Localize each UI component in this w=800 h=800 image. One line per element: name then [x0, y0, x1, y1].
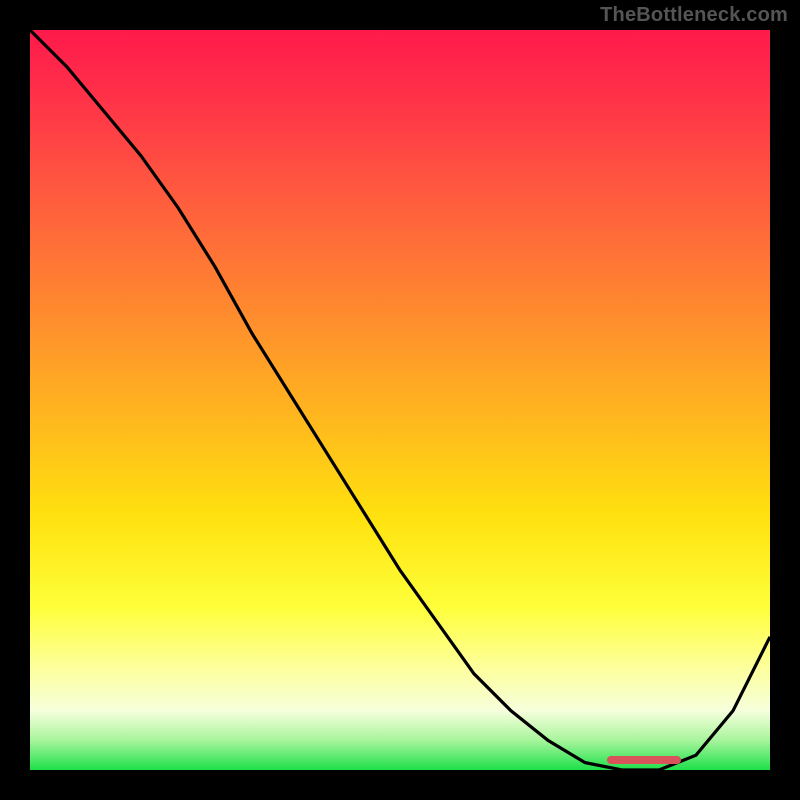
bottleneck-curve	[30, 30, 770, 770]
optimal-range-marker	[607, 756, 681, 764]
attribution-watermark: TheBottleneck.com	[600, 4, 788, 27]
chart-container: TheBottleneck.com	[0, 0, 800, 800]
plot-area	[30, 30, 770, 770]
